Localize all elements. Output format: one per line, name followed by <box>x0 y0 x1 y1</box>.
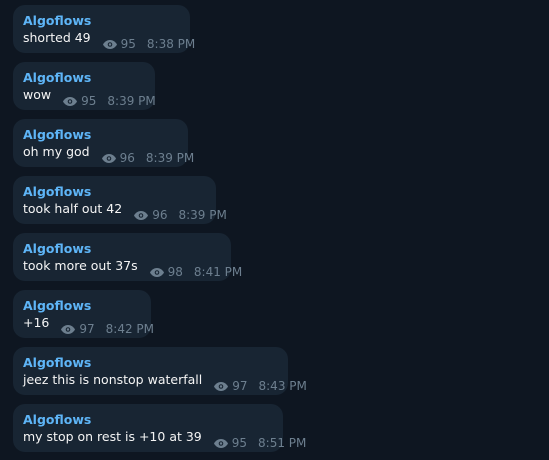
message-text: oh my god <box>23 144 90 159</box>
message-time: 8:39 PM <box>178 208 227 222</box>
message-text: jeez this is nonstop waterfall <box>23 372 203 387</box>
message-text: +16 <box>23 315 50 330</box>
message-bubble[interactable]: Algoflows shorted 49 95 8:38 PM <box>13 5 195 53</box>
eye-icon <box>61 324 76 334</box>
message-time: 8:41 PM <box>193 265 243 279</box>
sender-name[interactable]: Algoflows <box>23 13 180 28</box>
message-text: took half out 42 <box>23 201 123 216</box>
eye-icon <box>134 210 149 220</box>
sender-name[interactable]: Algoflows <box>23 412 273 427</box>
view-count: 96 <box>119 151 135 165</box>
message-time: 8:39 PM <box>145 151 195 165</box>
eye-icon <box>213 438 228 448</box>
message-time: 8:39 PM <box>107 94 156 108</box>
message-time: 8:51 PM <box>258 436 307 450</box>
sender-name[interactable]: Algoflows <box>23 298 141 313</box>
message-time: 8:42 PM <box>105 322 155 336</box>
sender-name[interactable]: Algoflows <box>23 241 221 256</box>
view-count: 96 <box>152 208 168 222</box>
message-bubble[interactable]: Algoflows jeez this is nonstop waterfall… <box>13 347 307 395</box>
view-count: 95 <box>120 37 136 51</box>
message-text: shorted 49 <box>23 30 91 45</box>
eye-icon <box>101 153 116 163</box>
message-text: wow <box>23 87 52 102</box>
message-text: my stop on rest is +10 at 39 <box>23 429 202 444</box>
eye-icon <box>102 39 117 49</box>
sender-name[interactable]: Algoflows <box>23 184 206 199</box>
message-bubble[interactable]: Algoflows oh my god 96 8:39 PM <box>13 119 194 167</box>
message-time: 8:38 PM <box>146 37 196 51</box>
message-text: took more out 37s <box>23 258 138 273</box>
view-count: 98 <box>167 265 183 279</box>
message-time: 8:43 PM <box>258 379 307 393</box>
message-bubble[interactable]: Algoflows took more out 37s 98 8:41 PM <box>13 233 242 281</box>
eye-icon <box>149 267 164 277</box>
message-bubble[interactable]: Algoflows my stop on rest is +10 at 39 9… <box>13 404 306 452</box>
message-bubble[interactable]: Algoflows took half out 42 96 8:39 PM <box>13 176 227 224</box>
sender-name[interactable]: Algoflows <box>23 355 278 370</box>
sender-name[interactable]: Algoflows <box>23 70 145 85</box>
message-bubble[interactable]: Algoflows +16 97 8:42 PM <box>13 290 155 338</box>
eye-icon <box>214 381 229 391</box>
view-count: 97 <box>79 322 95 336</box>
message-bubble[interactable]: Algoflows wow 95 8:39 PM <box>13 62 156 110</box>
view-count: 95 <box>231 436 248 450</box>
eye-icon <box>63 96 78 106</box>
view-count: 97 <box>232 379 248 393</box>
view-count: 95 <box>81 94 97 108</box>
sender-name[interactable]: Algoflows <box>23 127 178 142</box>
